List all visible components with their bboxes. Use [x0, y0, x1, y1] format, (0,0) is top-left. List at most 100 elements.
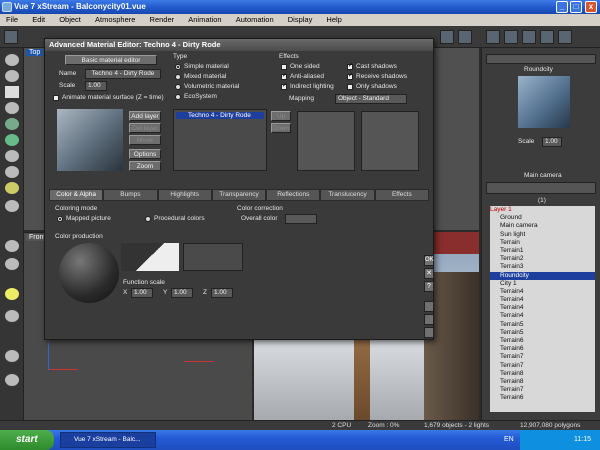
- cone-icon[interactable]: [5, 166, 19, 178]
- add-layer-button[interactable]: Add layer: [129, 111, 161, 121]
- view-icon[interactable]: [486, 30, 500, 44]
- tree-item[interactable]: Terrain7: [490, 362, 595, 370]
- save-material-icon[interactable]: [424, 327, 434, 338]
- cancel-button[interactable]: ✕: [424, 268, 434, 279]
- layer-list-item[interactable]: Techno 4 - Dirty Rode: [176, 112, 264, 119]
- options-button[interactable]: Options: [129, 149, 161, 159]
- layer-tabs[interactable]: [486, 182, 596, 194]
- select-icon[interactable]: [5, 54, 19, 66]
- color-map-box[interactable]: [183, 243, 243, 271]
- procedural-colors-radio[interactable]: [145, 216, 151, 222]
- tree-item[interactable]: Terrain8: [490, 378, 595, 386]
- menu-automation[interactable]: Automation: [230, 14, 280, 26]
- only-shadows-checkbox[interactable]: [347, 84, 353, 90]
- tab-color-alpha[interactable]: Color & Alpha: [49, 189, 104, 201]
- animate-checkbox[interactable]: [53, 95, 59, 101]
- basic-material-editor-button[interactable]: Basic material editor: [65, 55, 157, 65]
- tree-item[interactable]: Terrain3: [490, 263, 595, 271]
- tab-transparency[interactable]: Transparency: [211, 189, 267, 201]
- tree-item[interactable]: Terrain5: [490, 321, 595, 329]
- help-button[interactable]: ?: [424, 281, 434, 292]
- tab-highlights[interactable]: Highlights: [157, 189, 212, 201]
- menu-render[interactable]: Render: [144, 14, 181, 26]
- menu-file[interactable]: File: [0, 14, 24, 26]
- layer-down-button[interactable]: Down: [271, 123, 291, 133]
- tree-item[interactable]: Main camera: [490, 222, 595, 230]
- cast-shadows-checkbox[interactable]: [347, 62, 353, 70]
- one-sided-checkbox[interactable]: [281, 64, 287, 70]
- menu-display[interactable]: Display: [282, 14, 319, 26]
- tree-item[interactable]: Terrain: [490, 239, 595, 247]
- object-icon[interactable]: [5, 258, 19, 270]
- camera-icon[interactable]: [504, 30, 518, 44]
- tab-effects[interactable]: Effects: [374, 189, 429, 201]
- sphere-icon[interactable]: [5, 70, 19, 82]
- minimize-button[interactable]: _: [556, 1, 568, 13]
- tree-item[interactable]: Terrain7: [490, 353, 595, 361]
- receive-shadows-checkbox[interactable]: [347, 72, 353, 80]
- torus-icon[interactable]: [5, 200, 19, 212]
- menu-animation[interactable]: Animation: [182, 14, 227, 26]
- menu-atmosphere[interactable]: Atmosphere: [89, 14, 141, 26]
- brush-icon[interactable]: [5, 182, 19, 194]
- cloud-icon[interactable]: [5, 240, 19, 252]
- cylinder-icon[interactable]: [5, 102, 19, 114]
- tree-item[interactable]: Layer 1: [490, 206, 595, 214]
- layer-up-button[interactable]: Up: [271, 111, 291, 121]
- tree-item[interactable]: Terrain6: [490, 345, 595, 353]
- color-gradient-preview[interactable]: [121, 243, 179, 271]
- tree-item[interactable]: Terrain1: [490, 247, 595, 255]
- anti-aliased-checkbox[interactable]: [281, 72, 287, 80]
- overall-color-swatch[interactable]: [285, 214, 317, 224]
- rock-icon[interactable]: [5, 150, 19, 162]
- open-material-icon[interactable]: [424, 314, 434, 325]
- tree-item[interactable]: City 1: [490, 280, 595, 288]
- function-scale-x-field[interactable]: 1.00: [131, 288, 153, 298]
- type-mixed-radio[interactable]: [175, 74, 181, 80]
- maximize-button[interactable]: □: [570, 1, 582, 13]
- plant-icon[interactable]: [5, 134, 19, 146]
- tree-item[interactable]: Sun light: [490, 231, 595, 239]
- move-layer-button[interactable]: Move: [129, 135, 161, 145]
- render-options-icon[interactable]: [458, 30, 472, 44]
- tree-item-selected[interactable]: Roundcity: [490, 271, 595, 280]
- tree-item[interactable]: Terrain4: [490, 304, 595, 312]
- preview-tabs[interactable]: [486, 54, 596, 64]
- menu-edit[interactable]: Edit: [26, 14, 51, 26]
- mapped-picture-radio[interactable]: [57, 216, 63, 222]
- new-file-icon[interactable]: [4, 30, 18, 44]
- scale-field[interactable]: 1.00: [85, 81, 107, 91]
- tree-item[interactable]: Terrain8: [490, 370, 595, 378]
- close-button[interactable]: x: [585, 1, 597, 13]
- function-scale-y-field[interactable]: 1.00: [171, 288, 193, 298]
- sky-icon[interactable]: [558, 30, 572, 44]
- gear-icon[interactable]: [5, 310, 19, 322]
- tree-item[interactable]: Terrain6: [490, 394, 595, 402]
- tree-item[interactable]: Terrain5: [490, 329, 595, 337]
- render-icon[interactable]: [440, 30, 454, 44]
- del-layer-button[interactable]: Del layer: [129, 123, 161, 133]
- menu-object[interactable]: Object: [53, 14, 87, 26]
- new-material-icon[interactable]: [424, 301, 434, 312]
- group-icon[interactable]: [5, 350, 19, 362]
- zoom-button[interactable]: Zoom: [129, 161, 161, 171]
- tree-item[interactable]: Terrain7: [490, 386, 595, 394]
- tree-item[interactable]: Terrain6: [490, 337, 595, 345]
- type-volumetric-radio[interactable]: [175, 84, 181, 90]
- tree-item[interactable]: Terrain2: [490, 255, 595, 263]
- start-button[interactable]: start: [0, 430, 54, 450]
- terrain-icon[interactable]: [5, 118, 19, 130]
- taskbar-item-vue[interactable]: Vue 7 xStream - Balc...: [60, 432, 156, 448]
- sun-icon[interactable]: [5, 288, 19, 300]
- indirect-lighting-checkbox[interactable]: [281, 82, 287, 90]
- function-scale-z-field[interactable]: 1.00: [211, 288, 233, 298]
- tree-item[interactable]: Terrain4: [490, 312, 595, 320]
- material-name-field[interactable]: Techno 4 - Dirty Rode: [85, 69, 161, 79]
- boolean-icon[interactable]: [5, 374, 19, 386]
- tree-item[interactable]: Terrain4: [490, 288, 595, 296]
- tree-item[interactable]: Terrain4: [490, 296, 595, 304]
- type-ecosystem-radio[interactable]: [175, 94, 181, 100]
- atmosphere-icon[interactable]: [540, 30, 554, 44]
- menu-help[interactable]: Help: [320, 14, 347, 26]
- language-indicator[interactable]: EN: [504, 430, 514, 450]
